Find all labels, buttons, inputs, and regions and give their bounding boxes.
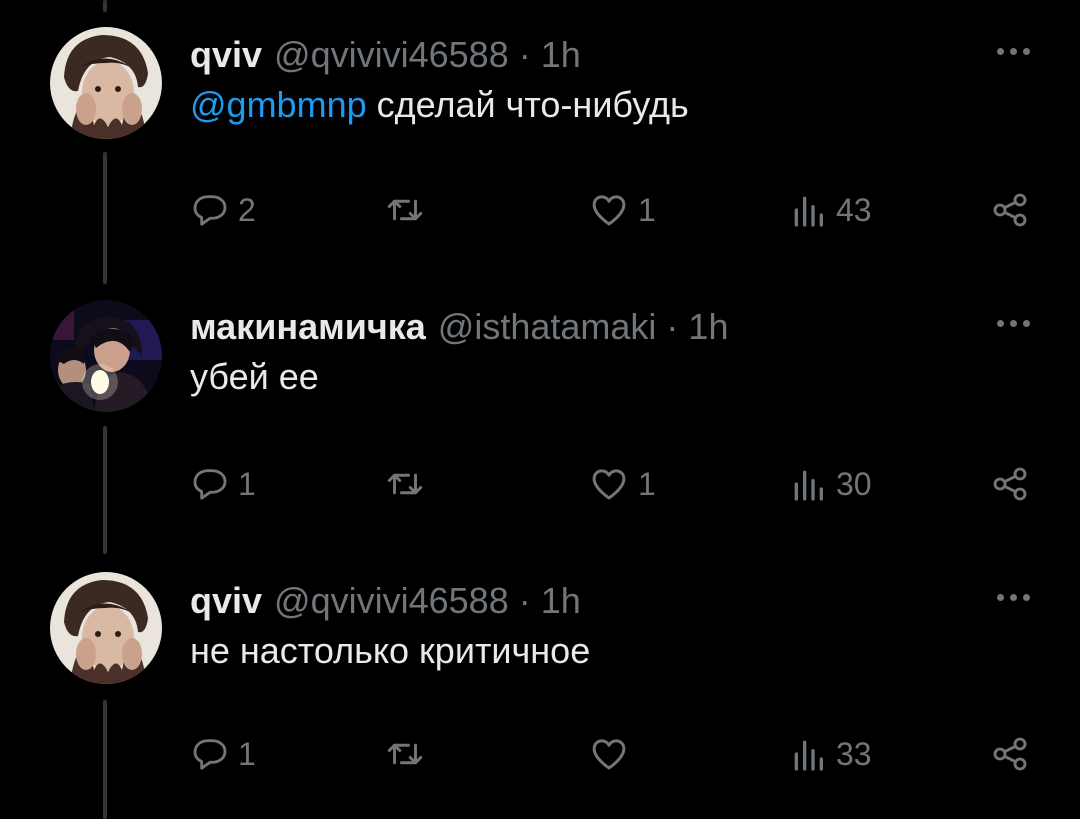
views-icon [794,196,823,227]
avatar[interactable] [50,572,162,684]
retweet-icon [387,199,423,221]
reply-button[interactable]: 1 [190,729,256,779]
tweet-text: убей ее [190,356,319,397]
separator: · [666,306,679,347]
tweet[interactable]: qviv @qvivivi46588 · 1h @gmbmnp сделай ч… [0,27,1080,260]
views-count: 30 [836,465,872,502]
display-name[interactable]: макинамичка [190,302,426,352]
tweet-header: макинамичка @isthatamaki · 1h [190,302,728,352]
reply-count: 2 [238,191,256,228]
heart-icon [592,469,626,500]
retweet-icon [387,473,423,495]
tweet[interactable]: макинамичка @isthatamaki · 1h убей ее 1 … [0,300,1080,532]
mention-link[interactable]: @gmbmnp [190,84,367,125]
share-button[interactable] [990,459,1030,509]
reply-button[interactable]: 2 [190,185,256,235]
timestamp[interactable]: 1h [541,30,581,80]
like-count: 1 [638,191,656,228]
tweet-text-content: сделай что-нибудь [366,84,689,125]
like-button[interactable] [588,729,638,779]
avatar[interactable] [50,300,162,412]
tweet-text: @gmbmnp сделай что-нибудь [190,80,689,130]
retweet-button[interactable] [384,729,434,779]
user-handle[interactable]: @qvivivi46588 [274,30,509,80]
timestamp[interactable]: 1h [688,302,728,352]
share-button[interactable] [990,185,1030,235]
share-icon [993,737,1027,771]
more-icon[interactable] [997,320,1030,327]
like-count: 1 [638,465,656,502]
views-button[interactable]: 33 [788,729,872,779]
more-icon[interactable] [997,594,1030,601]
action-bar: 1 1 30 [190,459,1040,509]
user-handle[interactable]: @qvivivi46588 [274,576,509,626]
like-button[interactable]: 1 [588,185,656,235]
share-button[interactable] [990,729,1030,779]
timestamp[interactable]: 1h [541,576,581,626]
more-icon[interactable] [997,48,1030,55]
reply-icon [193,469,227,500]
heart-icon [592,195,626,226]
reply-icon [193,739,227,770]
user-handle[interactable]: @isthatamaki [438,302,657,352]
views-count: 33 [836,735,872,772]
separator: · [518,34,531,75]
reply-count: 1 [238,735,256,772]
tweet-header: qviv @qvivivi46588 · 1h [190,576,581,626]
action-bar: 2 1 43 [190,185,1040,235]
separator: · [518,580,531,621]
reply-icon [193,195,227,226]
reply-button[interactable]: 1 [190,459,256,509]
views-count: 43 [836,191,872,228]
tweet[interactable]: qviv @qvivivi46588 · 1h не настолько кри… [0,572,1080,819]
display-name[interactable]: qviv [190,576,262,626]
reply-count: 1 [238,465,256,502]
views-button[interactable]: 30 [788,459,872,509]
retweet-button[interactable] [384,185,434,235]
display-name[interactable]: qviv [190,30,262,80]
retweet-icon [387,743,423,765]
like-button[interactable]: 1 [588,459,656,509]
views-icon [794,470,823,501]
action-bar: 1 33 [190,729,1040,779]
tweet-text: не настолько критичное [190,630,591,671]
share-icon [993,193,1027,227]
heart-icon [592,739,626,770]
tweet-header: qviv @qvivivi46588 · 1h [190,30,581,80]
thread-line [103,0,107,12]
share-icon [993,467,1027,501]
views-button[interactable]: 43 [788,185,872,235]
views-icon [794,740,823,771]
retweet-button[interactable] [384,459,434,509]
avatar[interactable] [50,27,162,139]
